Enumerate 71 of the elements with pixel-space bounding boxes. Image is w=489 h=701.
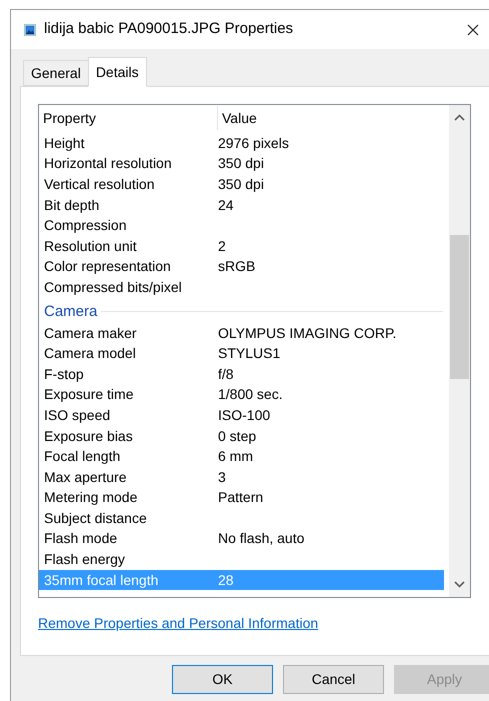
remove-properties-link[interactable]: Remove Properties and Personal Information (38, 615, 318, 631)
property-name: Height (43, 134, 86, 153)
property-row[interactable]: Metering mode Pattern (39, 488, 449, 508)
property-name: Camera maker (43, 324, 138, 343)
property-name: Subject distance (43, 508, 148, 528)
property-row[interactable]: Resolution unit 2 (39, 236, 449, 257)
property-value: No flash, auto (218, 529, 304, 548)
property-row[interactable]: Focal length 6 mm (39, 446, 449, 467)
tab[interactable]: General (23, 60, 88, 86)
scroll-thumb[interactable] (450, 235, 469, 379)
property-row[interactable]: Camera model STYLUS1 (39, 343, 449, 364)
property-name: Exposure bias (43, 426, 134, 446)
property-name: Max aperture (43, 468, 128, 487)
property-value: 0 step (218, 426, 256, 446)
property-value: 2 (218, 236, 226, 256)
window-title: lidija babic PA090015.JPG Properties (44, 19, 294, 40)
property-value: OLYMPUS IMAGING CORP. (218, 324, 396, 343)
property-name: Compression (43, 216, 128, 236)
picture-file-icon (24, 24, 36, 36)
property-value: 28 (218, 570, 234, 590)
property-name: F-stop (43, 364, 85, 384)
property-name: Vertical resolution (43, 174, 156, 194)
property-value: sRGB (218, 257, 256, 276)
property-value: 3 (218, 468, 226, 487)
property-name: Flash mode (43, 529, 118, 548)
property-name: Bit depth (43, 196, 100, 215)
property-row[interactable]: Camera maker OLYMPUS IMAGING CORP. (39, 322, 449, 344)
property-value: 6 mm (218, 447, 253, 466)
property-value: Pattern (218, 488, 264, 508)
property-value: ISO-100 (218, 406, 270, 425)
property-value: STYLUS1 (218, 344, 280, 364)
property-row[interactable]: Compressed bits/pixel (39, 277, 449, 298)
close-icon[interactable] (467, 24, 479, 36)
property-value: 350 dpi (218, 174, 264, 194)
property-name: 35mm focal length (43, 570, 160, 590)
property-value: 2976 pixels (218, 134, 289, 153)
property-name: Compressed bits/pixel (43, 278, 183, 297)
property-value: f/8 (218, 364, 234, 384)
property-row[interactable]: F-stop f/8 (39, 364, 449, 385)
property-row[interactable]: Flash energy (39, 549, 449, 570)
scrollbar[interactable] (449, 105, 470, 597)
column-header[interactable]: Value (222, 106, 449, 130)
property-name: ISO speed (43, 406, 112, 425)
property-row[interactable]: Compression (39, 215, 449, 236)
tab[interactable]: Details (88, 57, 147, 87)
property-row[interactable]: Exposure time 1/800 sec. (39, 384, 449, 406)
property-row[interactable]: Horizontal resolution 350 dpi (39, 154, 449, 174)
property-value: 24 (218, 196, 234, 215)
dialog-button[interactable]: Cancel (283, 665, 384, 694)
property-name: Color representation (43, 257, 172, 276)
column-header[interactable]: Property (39, 106, 218, 130)
property-row[interactable]: Max aperture 3 (39, 466, 449, 488)
property-row[interactable]: Flash mode No flash, auto (39, 528, 449, 550)
property-name: Focal length (43, 447, 122, 466)
property-name: Exposure time (43, 385, 134, 404)
group-heading: Camera (43, 304, 98, 320)
property-row[interactable]: Bit depth 24 (39, 194, 449, 216)
property-row[interactable]: Height 2976 pixels (39, 133, 449, 154)
property-value: 350 dpi (218, 154, 264, 174)
property-name: Camera model (43, 344, 137, 364)
property-row[interactable]: Exposure bias 0 step (39, 426, 449, 446)
property-row[interactable]: Vertical resolution 350 dpi (39, 174, 449, 195)
dialog-button[interactable]: OK (172, 665, 273, 694)
property-name: Metering mode (43, 488, 138, 508)
property-row[interactable]: ISO speed ISO-100 (39, 405, 449, 426)
property-value: 1/800 sec. (218, 385, 283, 404)
property-name: Flash energy (43, 550, 126, 570)
property-row[interactable]: Color representation sRGB (39, 256, 449, 278)
property-name: Resolution unit (43, 236, 138, 256)
property-row[interactable]: Subject distance (39, 508, 449, 529)
property-name: Horizontal resolution (43, 154, 173, 174)
